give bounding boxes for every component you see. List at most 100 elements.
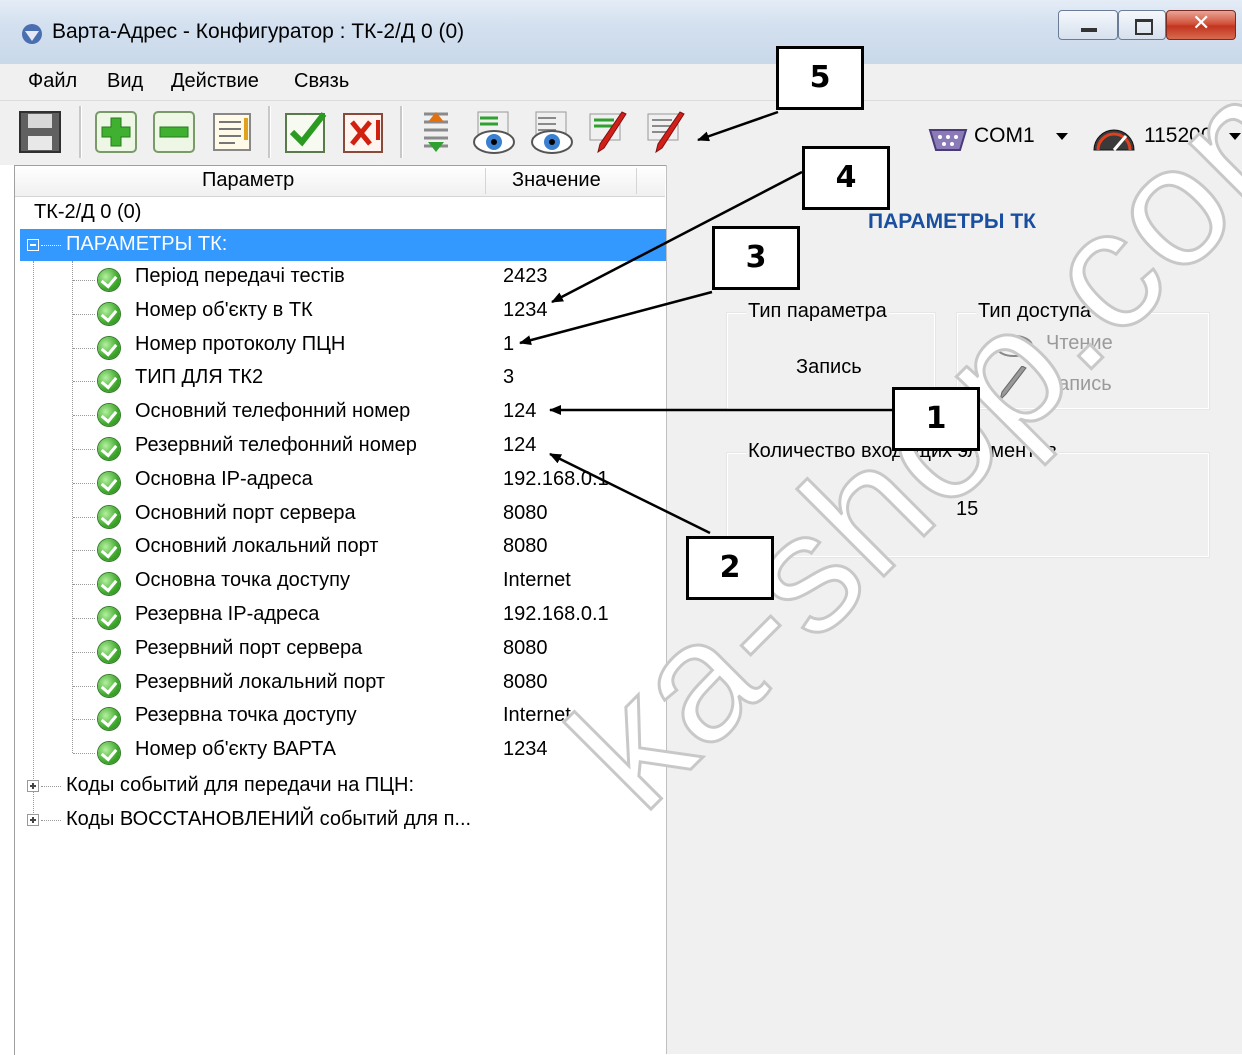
parameter-value[interactable]: 8080: [503, 502, 548, 525]
parameter-value[interactable]: 2423: [503, 265, 548, 288]
read-icon[interactable]: [470, 108, 518, 156]
tree-connector: [73, 584, 95, 585]
column-divider[interactable]: [485, 168, 486, 194]
menu-action[interactable]: Действие: [171, 70, 259, 93]
minimize-button[interactable]: [1058, 10, 1118, 40]
parameter-value[interactable]: 8080: [503, 535, 548, 558]
tree-connector: [73, 449, 95, 450]
check-circle-icon: [98, 742, 120, 764]
parameter-name[interactable]: ТИП ДЛЯ ТК2: [135, 366, 263, 389]
tree-connector: [73, 348, 95, 349]
parameter-name[interactable]: Основний телефонний номер: [135, 400, 410, 423]
parameter-value[interactable]: 192.168.0.1: [503, 603, 609, 626]
read-all-icon[interactable]: [528, 108, 576, 156]
parameter-value[interactable]: 1234: [503, 738, 548, 761]
tree-connector: [73, 686, 95, 687]
toolbar-separator: [268, 106, 271, 158]
column-header-parameter[interactable]: Параметр: [202, 169, 294, 192]
window-title: Варта-Адрес - Конфигуратор : ТК-2/Д 0 (0…: [52, 20, 465, 43]
parameter-name[interactable]: Резервна точка доступу: [135, 704, 357, 727]
port-select-value[interactable]: COM1: [974, 124, 1035, 148]
check-circle-icon: [98, 370, 120, 392]
column-header-value[interactable]: Значение: [512, 169, 601, 192]
tree-group-event-codes[interactable]: Коды событий для передачи на ПЦН:: [66, 774, 414, 797]
check-circle-icon: [98, 404, 120, 426]
parameter-name[interactable]: Номер об'єкту в ТК: [135, 299, 313, 322]
parameter-value[interactable]: 124: [503, 400, 536, 423]
add-icon[interactable]: [92, 108, 140, 156]
parameter-name[interactable]: Період передачі тестів: [135, 265, 345, 288]
delete-icon[interactable]: [340, 108, 388, 156]
tree-connector: [73, 652, 95, 653]
parameter-name[interactable]: Резервна IP-адреса: [135, 603, 319, 626]
save-icon[interactable]: [16, 108, 64, 156]
parameter-name[interactable]: Основний локальний порт: [135, 535, 378, 558]
expand-icon[interactable]: [27, 814, 39, 826]
check-circle-icon: [98, 337, 120, 359]
check-circle-icon: [98, 472, 120, 494]
parameter-value[interactable]: Internet: [503, 569, 571, 592]
parameter-value[interactable]: 124: [503, 434, 536, 457]
menu-connection[interactable]: Связь: [294, 70, 349, 93]
toolbar-separator: [400, 106, 403, 158]
parameter-value[interactable]: 192.168.0.1: [503, 468, 609, 491]
tree-connector: [73, 483, 95, 484]
parameter-value[interactable]: 8080: [503, 637, 548, 660]
parameter-name[interactable]: Резервний телефонний номер: [135, 434, 417, 457]
parameter-name[interactable]: Номер об'єкту ВАРТА: [135, 738, 336, 761]
check-circle-icon: [98, 708, 120, 730]
app-icon: [22, 24, 42, 44]
callout-3: 3: [712, 226, 800, 290]
check-circle-icon: [98, 303, 120, 325]
tree-connector: [41, 820, 61, 821]
parameter-name[interactable]: Номер протоколу ПЦН: [135, 333, 345, 356]
collapse-icon[interactable]: [27, 239, 39, 251]
check-circle-icon: [98, 269, 120, 291]
tree-connector: [73, 719, 95, 720]
check-circle-icon: [98, 438, 120, 460]
column-divider[interactable]: [636, 168, 637, 194]
tree-connector: [41, 245, 61, 246]
toolbar-separator: [79, 106, 82, 158]
check-circle-icon: [98, 573, 120, 595]
parameter-value[interactable]: 8080: [503, 671, 548, 694]
check-circle-icon: [98, 539, 120, 561]
tree-connector: [41, 786, 61, 787]
tree-group-restore-codes[interactable]: Коды ВОССТАНОВЛЕНИЙ событий для п...: [66, 808, 471, 831]
check-circle-icon: [98, 506, 120, 528]
remove-icon[interactable]: [150, 108, 198, 156]
properties-icon[interactable]: [208, 108, 256, 156]
chevron-down-icon[interactable]: [1056, 133, 1068, 140]
parameter-name[interactable]: Основна точка доступу: [135, 569, 350, 592]
parameter-name[interactable]: Резервний порт сервера: [135, 637, 362, 660]
menu-file[interactable]: Файл: [28, 70, 77, 93]
parameter-name[interactable]: Резервний локальний порт: [135, 671, 385, 694]
check-circle-icon: [98, 675, 120, 697]
tree-group-label: ПАРАМЕТРЫ ТК:: [66, 233, 228, 255]
parameter-value[interactable]: 3: [503, 366, 514, 389]
tree-connector: [33, 261, 34, 819]
tree-connector: [73, 415, 95, 416]
maximize-button[interactable]: [1118, 10, 1166, 40]
check-circle-icon: [98, 607, 120, 629]
callout-4: 4: [802, 146, 890, 210]
parameter-value[interactable]: 1234: [503, 299, 548, 322]
tree-connector: [73, 280, 95, 281]
write-icon[interactable]: [586, 108, 634, 156]
tree-connector: [73, 550, 95, 551]
tree-root[interactable]: ТК-2/Д 0 (0): [34, 201, 141, 224]
expand-icon[interactable]: [27, 780, 39, 792]
minimize-icon: [1081, 28, 1097, 32]
callout-1: 1: [892, 387, 980, 451]
parameter-value[interactable]: 1: [503, 333, 514, 356]
write-all-icon[interactable]: [644, 108, 692, 156]
parameter-name[interactable]: Основна IP-адреса: [135, 468, 313, 491]
tree-connector: [73, 517, 95, 518]
tree-connector: [73, 618, 95, 619]
sort-icon[interactable]: [412, 108, 460, 156]
parameter-name[interactable]: Основний порт сервера: [135, 502, 356, 525]
check-icon[interactable]: [282, 108, 330, 156]
param-type-label: Тип параметра: [746, 300, 889, 323]
menu-view[interactable]: Вид: [107, 70, 143, 93]
maximize-icon: [1135, 19, 1153, 35]
